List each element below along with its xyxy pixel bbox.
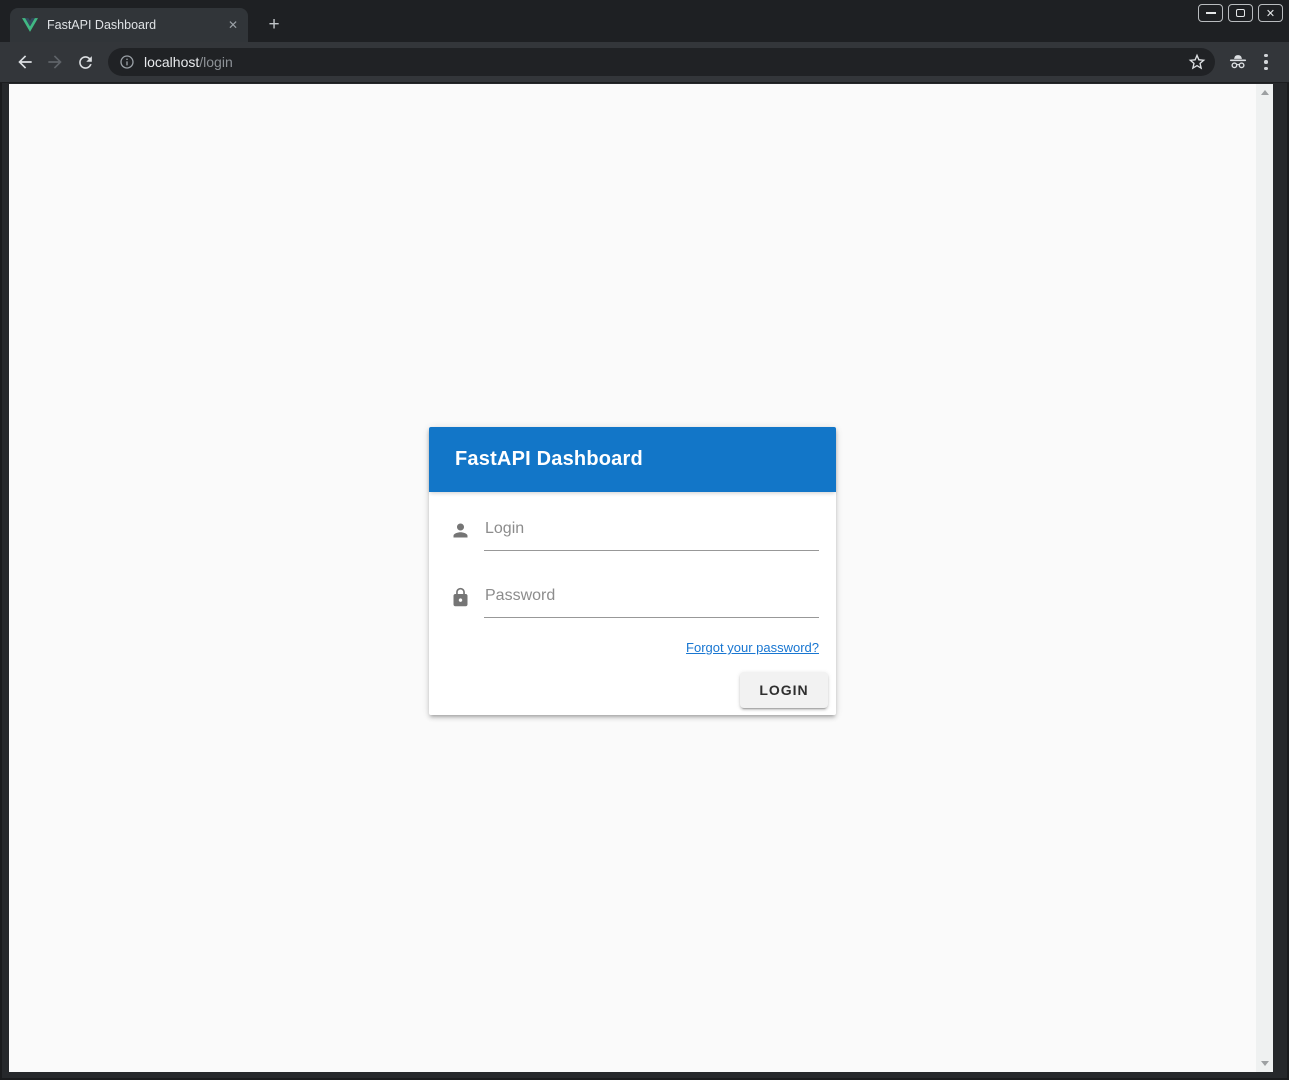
maximize-icon [1236,9,1245,17]
browser-window: FastAPI Dashboard ✕ + ✕ [0,0,1289,1080]
login-card-header: FastAPI Dashboard [429,427,836,492]
window-close-button[interactable]: ✕ [1258,4,1283,22]
new-tab-button[interactable]: + [262,13,286,37]
page-content: FastAPI Dashboard [9,84,1256,1072]
incognito-button[interactable] [1223,47,1253,77]
minimize-icon [1206,12,1216,14]
incognito-icon [1227,51,1249,73]
browser-menu-button[interactable] [1253,49,1279,75]
login-button[interactable]: LOGIN [740,672,828,708]
password-input[interactable] [484,586,819,618]
person-icon [450,520,471,541]
tab-close-icon[interactable]: ✕ [224,16,242,34]
menu-dots-icon [1264,54,1268,58]
card-actions: LOGIN [450,672,828,708]
back-button[interactable] [10,47,40,77]
forward-button[interactable] [40,47,70,77]
login-card: FastAPI Dashboard [429,427,836,715]
url-text[interactable]: localhost/login [144,54,1187,70]
scrollbar-down-icon[interactable] [1261,1061,1269,1066]
bookmark-star-icon[interactable] [1187,52,1207,72]
reload-icon [76,53,95,72]
tab-title: FastAPI Dashboard [47,18,224,32]
page-scrollbar[interactable] [1256,84,1273,1072]
login-card-body: Forgot your password? LOGIN [429,492,836,715]
titlebar: FastAPI Dashboard ✕ + ✕ [0,0,1289,42]
vue-favicon-icon [22,17,38,33]
window-controls: ✕ [1198,4,1283,22]
info-icon[interactable] [119,54,135,70]
address-bar[interactable]: localhost/login [108,48,1215,76]
window-minimize-button[interactable] [1198,4,1223,22]
back-arrow-icon [15,52,35,72]
login-card-title: FastAPI Dashboard [455,448,643,471]
forgot-password-row: Forgot your password? [450,639,828,657]
browser-tab[interactable]: FastAPI Dashboard ✕ [10,8,248,42]
lock-icon [450,587,471,608]
url-host: localhost [144,54,199,70]
login-input[interactable] [484,519,819,551]
forgot-password-link[interactable]: Forgot your password? [686,640,819,655]
scrollbar-up-icon[interactable] [1261,90,1269,95]
login-field-row [450,519,828,551]
reload-button[interactable] [70,47,100,77]
forward-arrow-icon [45,52,65,72]
browser-toolbar: localhost/login [0,42,1289,83]
window-maximize-button[interactable] [1228,4,1253,22]
url-path: /login [199,54,232,70]
password-field-row [450,586,828,618]
